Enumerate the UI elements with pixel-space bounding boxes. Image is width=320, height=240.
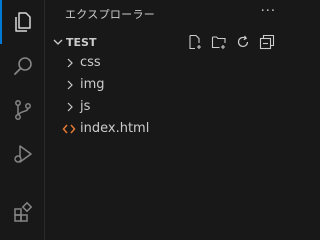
file-tree: css img js index.html [45,52,296,140]
run-debug-icon [13,145,32,163]
explorer-icon [14,12,31,32]
chevron-right-icon [67,80,73,90]
tree-item-js[interactable]: js [45,96,296,118]
workspace-section-header[interactable]: TEST [45,31,296,53]
explorer-button[interactable] [0,0,45,44]
collapse-all-icon [259,34,275,50]
html-file-icon [62,124,76,134]
new-file-icon [189,34,201,50]
new-folder-icon [211,36,226,49]
source-control-icon [14,100,31,120]
search-icon [13,57,32,75]
section-actions [186,33,276,51]
activity-bar [0,0,45,240]
source-control-button[interactable] [0,88,45,132]
search-button[interactable] [0,44,45,88]
new-folder-button[interactable] [210,33,228,51]
sidebar-title: エクスプローラー [65,8,156,21]
tree-item-label: img [80,77,105,92]
tree-item-label: index.html [80,121,150,136]
chevron-right-icon [67,102,73,112]
chevron-down-icon [53,39,63,45]
new-file-button[interactable] [186,33,204,51]
tree-item-index-html[interactable]: index.html [45,118,296,140]
collapse-all-button[interactable] [258,33,276,51]
explorer-sidebar: エクスプローラー ··· TEST css img js index.html [45,0,296,240]
refresh-icon [237,35,249,48]
extensions-icon [13,201,32,222]
extensions-button[interactable] [0,190,45,234]
tree-item-css[interactable]: css [45,52,296,74]
chevron-right-icon [67,58,73,68]
refresh-button[interactable] [234,33,252,51]
tree-item-img[interactable]: img [45,74,296,96]
workspace-title: TEST [66,36,97,49]
run-debug-button[interactable] [0,132,45,176]
more-actions-button[interactable]: ··· [261,4,276,19]
tree-item-label: js [80,99,91,114]
sidebar-header: エクスプローラー ··· [45,0,296,26]
tree-item-label: css [80,55,101,70]
vscode-window: エクスプローラー ··· TEST css img js index.html [0,0,296,240]
